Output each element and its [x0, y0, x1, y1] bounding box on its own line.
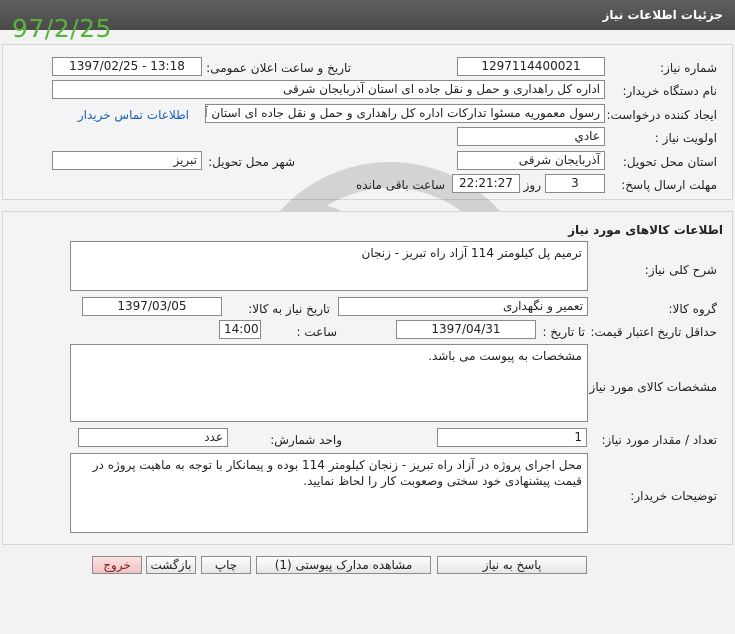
announce-date-field: 1397/02/25 - 13:18	[52, 57, 202, 76]
unit-field: عدد	[78, 428, 228, 447]
quantity-label: تعداد / مقدار مورد نیاز:	[601, 433, 717, 447]
goods-group-field: تعمیر و نگهداری	[338, 297, 588, 316]
unit-label: واحد شمارش:	[270, 433, 342, 447]
buyer-name-label: نام دستگاه خریدار:	[622, 84, 718, 98]
spec-field: مشخصات به پیوست می باشد.	[70, 344, 588, 422]
to-date-field: 1397/04/31	[396, 320, 536, 339]
date-stamp: 97/2/25	[12, 14, 112, 43]
back-button[interactable]: بازگشت	[146, 556, 196, 574]
exit-button[interactable]: خروج	[92, 556, 142, 574]
creator-field: رسول معموریه مسئوا تدارکات اداره کل راهد…	[205, 104, 605, 123]
contact-info-link[interactable]: اطلاعات تماس خریدار	[78, 108, 189, 122]
remaining-label: ساعت باقی مانده	[355, 178, 445, 192]
to-date-label: تا تاریخ :	[542, 325, 585, 339]
reply-button[interactable]: پاسخ به نیاز	[437, 556, 587, 574]
buyer-notes-field: محل اجرای پروژه در آزاد راه تبریز - زنجا…	[70, 453, 588, 533]
need-number-field: 1297114400021	[457, 57, 605, 76]
deadline-label: مهلت ارسال پاسخ:	[621, 178, 717, 192]
hour-label: ساعت :	[296, 325, 337, 339]
time-field: 22:21:27	[452, 174, 520, 193]
need-date-field: 1397/03/05	[82, 297, 222, 316]
spec-label: مشخصات کالای مورد نیاز:	[585, 380, 717, 394]
province-field: آذربایجان شرقی	[457, 151, 605, 170]
announce-date-label: تاریخ و ساعت اعلان عمومی:	[206, 61, 351, 75]
description-field: ترمیم پل کیلومتر 114 آزاد راه تبریز - زن…	[70, 241, 588, 291]
city-field: تبریز	[52, 151, 202, 170]
description-label: شرح کلی نیاز:	[644, 263, 717, 277]
need-number-label: شماره نیاز:	[660, 61, 717, 75]
goods-group-label: گروه کالا:	[668, 302, 718, 316]
days-field: 3	[545, 174, 605, 193]
goods-section-title: اطلاعات کالاهای مورد نیاز	[568, 223, 723, 237]
min-validity-label: حداقل تاریخ اعتبار قیمت:	[590, 325, 717, 339]
creator-label: ایجاد کننده درخواست:	[606, 108, 717, 122]
province-label: استان محل تحویل:	[622, 155, 717, 169]
attachments-button[interactable]: مشاهده مدارک پیوستی (1)	[256, 556, 431, 574]
need-date-label: تاریخ نیاز به کالا:	[248, 302, 330, 316]
city-label: شهر محل تحویل:	[208, 155, 295, 169]
priority-label: اولویت نیاز :	[654, 131, 717, 145]
hour-field: 14:00	[219, 320, 261, 339]
print-button[interactable]: چاپ	[201, 556, 251, 574]
quantity-field: 1	[437, 428, 587, 447]
buyer-notes-label: توضیحات خریدار:	[630, 489, 717, 503]
priority-field: عادي	[457, 127, 605, 146]
buyer-name-field: اداره کل راهداری و حمل و نقل جاده ای است…	[52, 80, 605, 99]
